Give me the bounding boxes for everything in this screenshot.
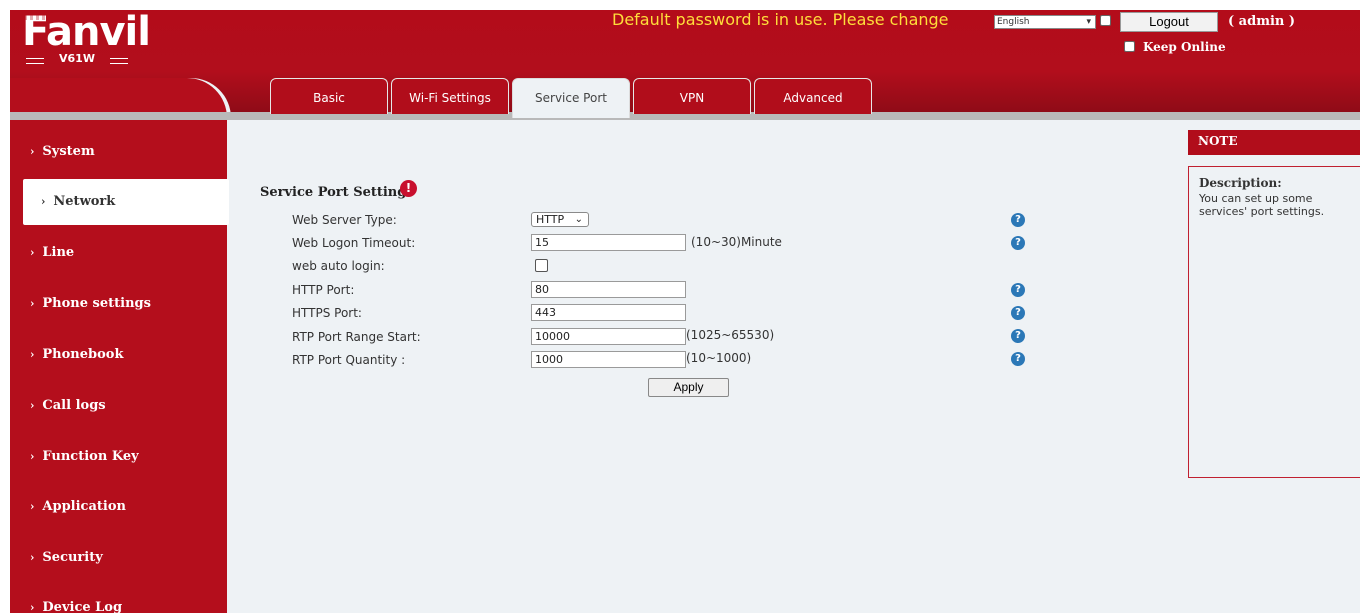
tab-vpn[interactable]: VPN xyxy=(633,78,751,114)
sidebar-item-label: Phone settings xyxy=(42,296,151,311)
note-header: NOTE xyxy=(1188,130,1360,155)
chevron-right-icon: › xyxy=(41,195,46,208)
section-title: Service Port Settings xyxy=(260,185,414,200)
sidebar-item-line[interactable]: › Line xyxy=(10,230,228,276)
https-port-input[interactable]: 443 xyxy=(531,304,686,321)
http-port-label: HTTP Port: xyxy=(292,283,355,297)
chevron-right-icon: › xyxy=(30,551,35,564)
sidebar-item-network[interactable]: › Network xyxy=(23,179,229,225)
sidebar-item-label: System xyxy=(42,144,95,159)
sidebar-item-label: Network xyxy=(53,194,116,209)
web-auto-login-label: web auto login: xyxy=(292,259,385,273)
chevron-right-icon: › xyxy=(30,500,35,513)
web-logon-timeout-label: Web Logon Timeout: xyxy=(292,236,416,250)
keep-online-checkbox[interactable] xyxy=(1124,41,1135,52)
chevron-right-icon: › xyxy=(30,246,35,259)
rtp-port-start-range: (1025~65530) xyxy=(686,328,775,342)
chevron-right-icon: › xyxy=(30,297,35,310)
tab-wifi-settings[interactable]: Wi-Fi Settings xyxy=(391,78,509,114)
help-icon[interactable]: ? xyxy=(1011,306,1025,320)
sidebar-item-label: Function Key xyxy=(42,449,139,464)
tab-advanced[interactable]: Advanced xyxy=(754,78,872,114)
fanvil-logo: Fanvil V61W xyxy=(22,10,152,70)
language-select[interactable]: English ▾ xyxy=(994,15,1096,29)
alert-icon[interactable]: ! xyxy=(400,180,417,197)
rtp-port-quantity-range: (10~1000) xyxy=(686,351,752,365)
sidebar-item-system[interactable]: › System xyxy=(10,129,228,175)
https-port-label: HTTPS Port: xyxy=(292,306,362,320)
model-label: V61W xyxy=(22,52,132,65)
tab-service-port[interactable]: Service Port xyxy=(512,78,630,118)
chevron-down-icon: ▾ xyxy=(1086,17,1091,27)
web-server-type-select[interactable]: HTTP ⌄ xyxy=(531,212,589,227)
rtp-port-start-label: RTP Port Range Start: xyxy=(292,330,421,344)
sidebar-item-security[interactable]: › Security xyxy=(10,535,228,581)
chevron-right-icon: › xyxy=(30,348,35,361)
sidebar-item-device-log[interactable]: › Device Log xyxy=(10,585,228,613)
sidebar-item-function-key[interactable]: › Function Key xyxy=(10,434,228,480)
help-icon[interactable]: ? xyxy=(1011,329,1025,343)
web-server-type-label: Web Server Type: xyxy=(292,213,397,227)
note-panel: Description: You can set up some service… xyxy=(1188,166,1360,478)
sidebar-item-label: Application xyxy=(42,499,126,514)
note-description-title: Description: xyxy=(1199,176,1282,190)
rtp-port-start-input[interactable]: 10000 xyxy=(531,328,686,345)
default-password-warning: Default password is in use. Please chang… xyxy=(612,10,949,29)
web-auto-login-checkbox[interactable] xyxy=(535,259,548,272)
tab-basic[interactable]: Basic xyxy=(270,78,388,114)
help-icon[interactable]: ? xyxy=(1011,236,1025,250)
language-value: English xyxy=(997,17,1030,27)
chevron-right-icon: › xyxy=(30,450,35,463)
sidebar-item-phonebook[interactable]: › Phonebook xyxy=(10,332,228,378)
keep-online-label: Keep Online xyxy=(1143,40,1226,54)
note-description-text: You can set up some services' port setti… xyxy=(1199,192,1325,218)
help-icon[interactable]: ? xyxy=(1011,283,1025,297)
logout-button[interactable]: Logout xyxy=(1120,12,1218,32)
help-icon[interactable]: ? xyxy=(1011,213,1025,227)
web-logon-timeout-range: (10~30)Minute xyxy=(691,235,782,249)
sidebar-item-label: Device Log xyxy=(42,600,123,613)
chevron-right-icon: › xyxy=(30,145,35,158)
web-logon-timeout-input[interactable]: 15 xyxy=(531,234,686,251)
sidebar-item-label: Security xyxy=(42,550,103,565)
web-server-type-value: HTTP xyxy=(536,213,565,226)
rtp-port-quantity-label: RTP Port Quantity : xyxy=(292,353,406,367)
rtp-port-quantity-input[interactable]: 1000 xyxy=(531,351,686,368)
sidebar-item-application[interactable]: › Application xyxy=(10,484,228,530)
header-checkbox[interactable] xyxy=(1100,15,1111,26)
sidebar-item-label: Line xyxy=(42,245,75,260)
sidebar-item-phone-settings[interactable]: › Phone settings xyxy=(10,281,228,327)
logo-stripes xyxy=(24,14,128,20)
chevron-down-icon: ⌄ xyxy=(574,214,583,225)
http-port-input[interactable]: 80 xyxy=(531,281,686,298)
current-user: ( admin ) xyxy=(1228,14,1296,29)
sidebar-item-label: Phonebook xyxy=(42,347,124,362)
help-icon[interactable]: ? xyxy=(1011,352,1025,366)
apply-button[interactable]: Apply xyxy=(648,378,729,397)
sidebar-item-call-logs[interactable]: › Call logs xyxy=(10,383,228,429)
sidebar-item-label: Call logs xyxy=(42,398,106,413)
chevron-right-icon: › xyxy=(30,601,35,613)
chevron-right-icon: › xyxy=(30,399,35,412)
